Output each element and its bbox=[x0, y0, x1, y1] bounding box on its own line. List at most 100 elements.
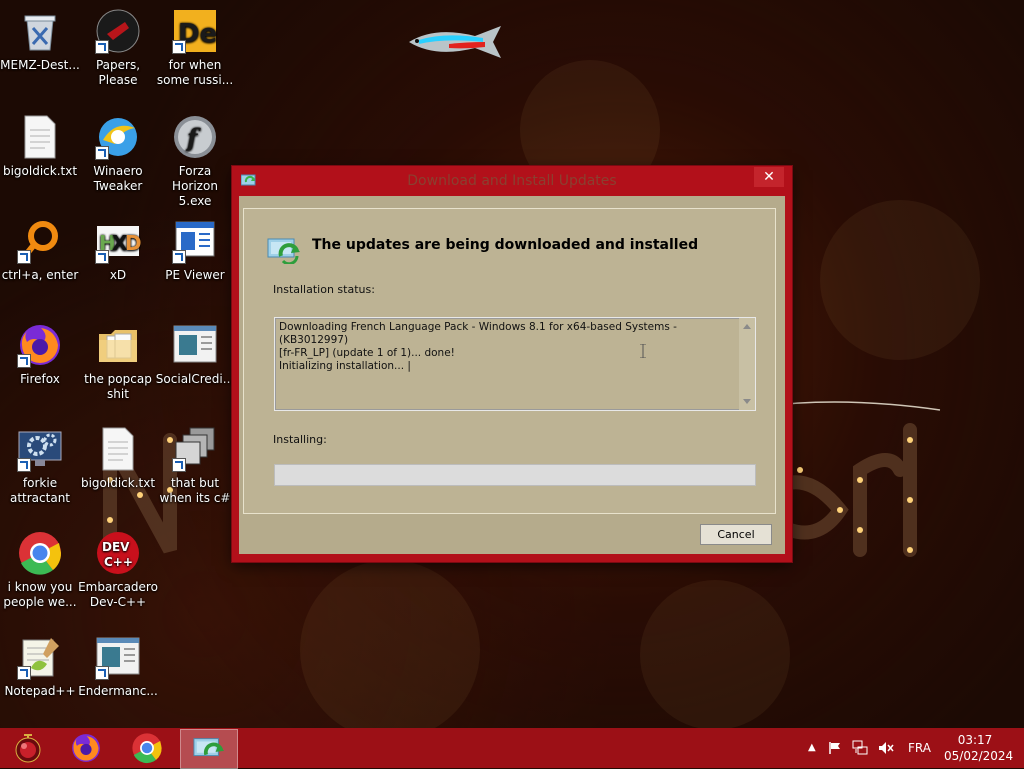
recycle-bin-icon bbox=[24, 15, 56, 51]
desktop-icon-label: Papers, Please bbox=[95, 58, 141, 87]
start-orb-icon bbox=[15, 734, 41, 763]
svg-text:C++: C++ bbox=[104, 555, 133, 569]
desktop-icon-bigoldick[interactable]: bigoldick.txt bbox=[0, 114, 80, 179]
shortcut-arrow-icon bbox=[172, 250, 186, 264]
text-file-icon bbox=[24, 115, 56, 159]
desktop-icon-socialcredit[interactable]: SocialCredi... bbox=[155, 322, 235, 387]
desktop-icon-label: xD bbox=[109, 268, 127, 282]
network-icon[interactable] bbox=[852, 740, 868, 756]
folder-icon bbox=[99, 330, 137, 362]
installation-status-label: Installation status: bbox=[273, 283, 375, 296]
desktop-icon-forza[interactable]: f Forza Horizon 5.exe bbox=[155, 114, 235, 209]
desktop-icon-label: forkie attractant bbox=[9, 476, 71, 505]
desktop-icon-chrome[interactable]: i know you people we... bbox=[0, 530, 80, 610]
taskbar-windows-update-button[interactable] bbox=[180, 729, 238, 769]
input-language-indicator[interactable]: FRA bbox=[908, 741, 931, 755]
desktop-icon-label: SocialCredi... bbox=[155, 372, 235, 386]
flash-icon: f bbox=[174, 116, 216, 158]
installation-status-text: Downloading French Language Pack - Windo… bbox=[279, 321, 677, 372]
desktop-icon-csharp[interactable]: that but when its c# bbox=[155, 426, 235, 506]
desktop-icon-label: bigoldick.txt bbox=[2, 164, 78, 178]
desktop-icon-endermanch[interactable]: Endermanc... bbox=[78, 634, 158, 699]
shortcut-arrow-icon bbox=[172, 40, 186, 54]
shortcut-arrow-icon bbox=[17, 354, 31, 368]
text-file-icon bbox=[102, 427, 134, 471]
desktop-icon-label: Forza Horizon 5.exe bbox=[172, 164, 218, 208]
desktop-icon-label: bigoldick.txt bbox=[80, 476, 156, 490]
chrome-icon bbox=[19, 532, 62, 575]
desktop-icon-popcap[interactable]: the popcap shit bbox=[78, 322, 158, 402]
desktop-icon-memz[interactable]: MEMZ-Dest... bbox=[0, 8, 80, 73]
desktop-icon-label: Endermanc... bbox=[78, 684, 158, 698]
wallpaper-fish bbox=[409, 26, 501, 58]
desktop-icon-papers-please[interactable]: Papers, Please bbox=[78, 8, 158, 88]
installation-status-box[interactable]: Downloading French Language Pack - Windo… bbox=[274, 317, 756, 411]
firefox-icon bbox=[72, 734, 100, 762]
volume-muted-icon[interactable] bbox=[878, 741, 894, 755]
shortcut-arrow-icon bbox=[95, 666, 109, 680]
status-scrollbar[interactable] bbox=[739, 318, 755, 410]
desktop-icon-label: MEMZ-Dest... bbox=[0, 58, 80, 72]
update-icon bbox=[267, 238, 300, 264]
desktop-icon-bigoldick-2[interactable]: bigoldick.txt bbox=[78, 426, 158, 491]
taskbar-firefox-button[interactable] bbox=[58, 729, 114, 767]
desktop-icon-label: ctrl+a, enter bbox=[1, 268, 79, 282]
desktop-icon-label: PE Viewer bbox=[165, 268, 225, 282]
dialog-content-panel: The updates are being downloaded and ins… bbox=[243, 208, 776, 514]
svg-text:DEV: DEV bbox=[102, 540, 130, 554]
desktop-icon-label: Notepad++ bbox=[4, 684, 76, 698]
installing-label: Installing: bbox=[273, 433, 327, 446]
wallpaper-bokeh bbox=[640, 580, 790, 730]
install-progress-bar bbox=[274, 464, 756, 486]
action-center-flag-icon[interactable] bbox=[828, 741, 842, 755]
clock-date: 05/02/2024 bbox=[944, 749, 1014, 763]
dialog-title: Download and Install Updates bbox=[407, 173, 617, 189]
dialog-client-area: The updates are being downloaded and ins… bbox=[239, 196, 785, 554]
tray-overflow-chevron-icon[interactable]: ▲ bbox=[808, 742, 816, 753]
svg-text:D: D bbox=[125, 231, 141, 255]
dialog-titlebar[interactable]: Download and Install Updates ✕ bbox=[232, 166, 792, 196]
shortcut-arrow-icon bbox=[95, 40, 109, 54]
desktop-icon-label: Winaero Tweaker bbox=[93, 164, 143, 193]
desktop-icon-winaero[interactable]: Winaero Tweaker bbox=[78, 114, 158, 194]
scroll-up-icon[interactable] bbox=[743, 324, 751, 329]
wallpaper-bokeh bbox=[820, 200, 980, 360]
desktop-icon-label: the popcap shit bbox=[84, 372, 152, 401]
clock-time: 03:17 bbox=[957, 733, 993, 747]
desktop-icon-ctrl-a-enter[interactable]: ctrl+a, enter bbox=[0, 218, 80, 283]
scroll-down-icon[interactable] bbox=[743, 399, 751, 404]
chrome-icon bbox=[132, 733, 162, 764]
start-button[interactable] bbox=[0, 729, 56, 767]
app-window-icon bbox=[173, 325, 217, 363]
text-cursor-icon bbox=[640, 344, 646, 358]
cancel-button[interactable]: Cancel bbox=[700, 524, 772, 545]
update-icon bbox=[193, 738, 225, 757]
desktop-icon-forkie[interactable]: forkie attractant bbox=[0, 426, 80, 506]
shortcut-arrow-icon bbox=[95, 250, 109, 264]
desktop-icon-label: for when some russi... bbox=[156, 58, 234, 87]
desktop-icon-notepadpp[interactable]: Notepad++ bbox=[0, 634, 80, 699]
dialog-heading: The updates are being downloaded and ins… bbox=[312, 237, 699, 253]
desktop-icon-label: Embarcadero Dev-C++ bbox=[78, 580, 158, 609]
desktop-icon-label: Firefox bbox=[20, 372, 60, 386]
desktop-icon-devcpp[interactable]: DEV C++ Embarcadero Dev-C++ bbox=[78, 530, 158, 610]
desktop-icon-xd[interactable]: HXD xD bbox=[78, 218, 158, 283]
shortcut-arrow-icon bbox=[95, 146, 109, 160]
taskbar-clock[interactable]: 03:17 05/02/2024 bbox=[944, 732, 1014, 764]
desktop-icon-pe-viewer[interactable]: PE Viewer bbox=[155, 218, 235, 283]
update-dialog: Download and Install Updates ✕ The updat… bbox=[232, 166, 792, 562]
desktop-icon-label: that but when its c# bbox=[159, 476, 231, 505]
taskbar-chrome-button[interactable] bbox=[119, 729, 175, 767]
close-button[interactable]: ✕ bbox=[754, 167, 784, 187]
shortcut-arrow-icon bbox=[17, 458, 31, 472]
desktop-icon-de[interactable]: De for when some russi... bbox=[155, 8, 235, 88]
taskbar: ▲ FRA 03:17 05/02/2024 bbox=[0, 728, 1024, 769]
close-icon: ✕ bbox=[763, 169, 775, 185]
devcpp-icon: DEVC++ bbox=[97, 532, 139, 574]
wallpaper-bokeh bbox=[300, 560, 480, 740]
shortcut-arrow-icon bbox=[17, 666, 31, 680]
desktop-icon-firefox[interactable]: Firefox bbox=[0, 322, 80, 387]
desktop-icon-label: i know you people we... bbox=[3, 580, 77, 609]
shortcut-arrow-icon bbox=[172, 458, 186, 472]
shortcut-arrow-icon bbox=[17, 250, 31, 264]
